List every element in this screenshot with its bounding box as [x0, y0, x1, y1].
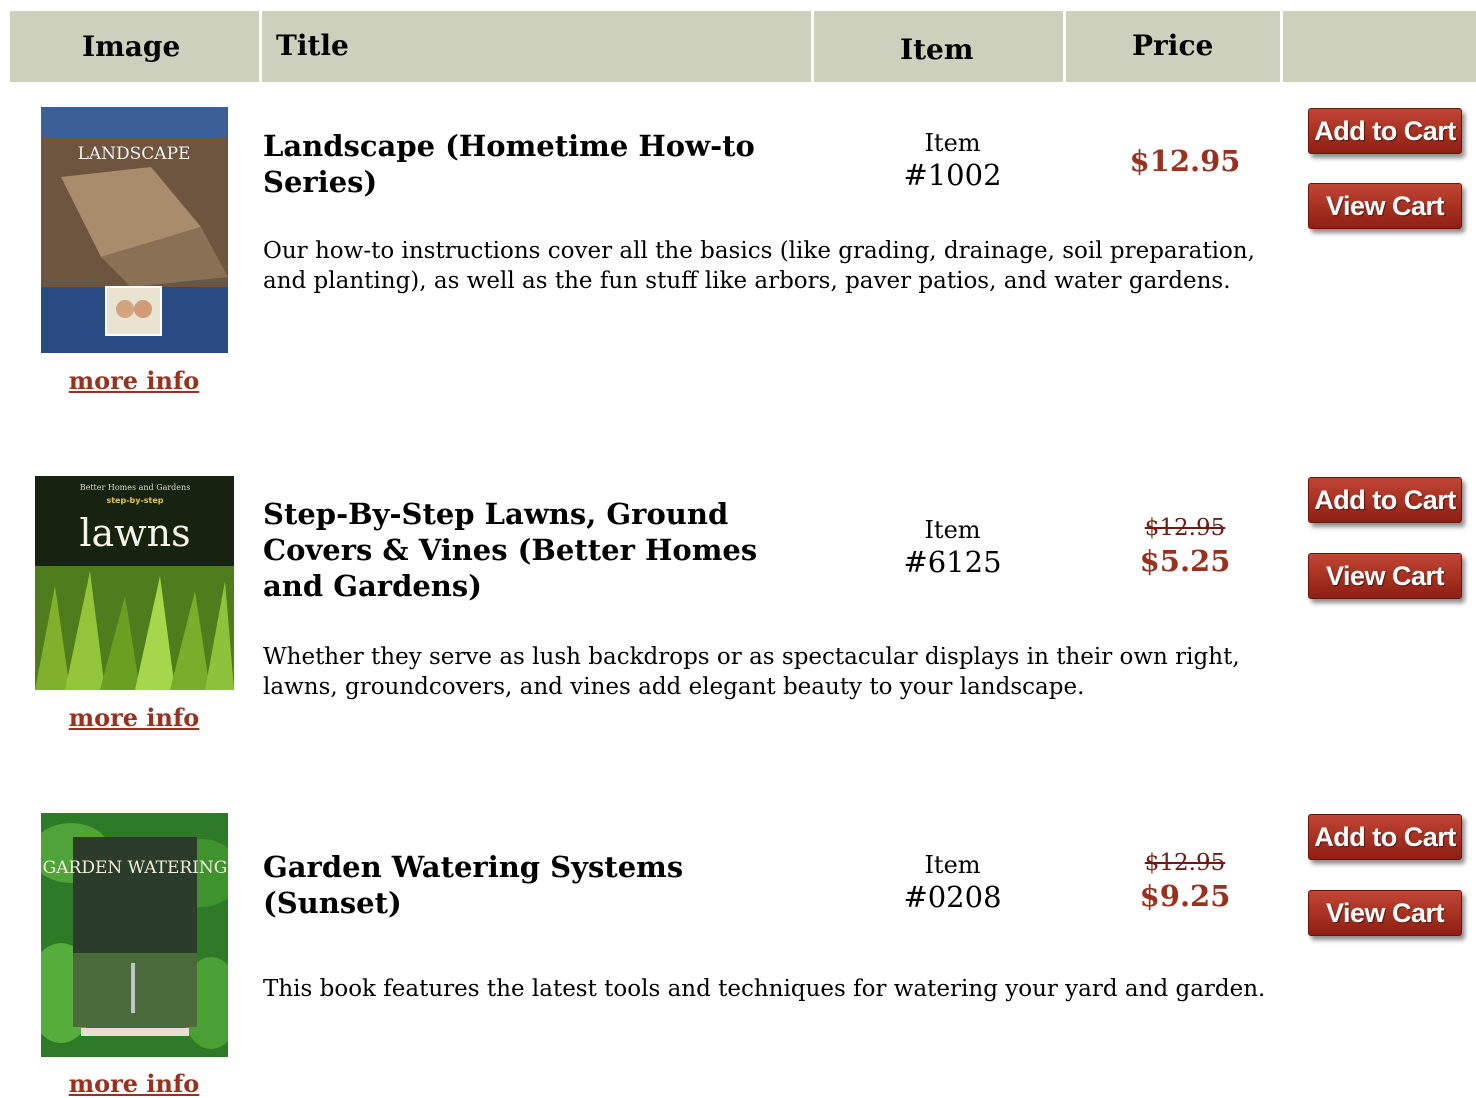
more-info-link[interactable]: more info [34, 703, 234, 732]
product-title: Step-By-Step Lawns, Ground Covers & Vine… [263, 497, 758, 603]
current-price: $12.95 [1129, 144, 1241, 178]
header-title: Title [276, 29, 349, 62]
item-number-block: Item #1002 [880, 127, 1025, 191]
svg-text:step-by-step: step-by-step [106, 496, 163, 505]
price-block: $12.95 $9.25 [1100, 848, 1270, 914]
item-number: #0208 [903, 880, 1002, 914]
header-image: Image [82, 30, 181, 63]
product-title: Garden Watering Systems (Sunset) [263, 850, 684, 920]
item-number: #6125 [903, 545, 1002, 579]
view-cart-button[interactable]: View Cart [1308, 183, 1462, 229]
add-to-cart-button[interactable]: Add to Cart [1308, 108, 1462, 154]
more-info-link[interactable]: more info [34, 1069, 234, 1098]
product-description: This book features the latest tools and … [263, 976, 1266, 1002]
view-cart-button[interactable]: View Cart [1308, 553, 1462, 599]
product-cover-image[interactable]: GARDEN WATERING [41, 813, 228, 1057]
item-label: Item [924, 851, 981, 879]
item-number-block: Item #6125 [880, 514, 1025, 578]
original-price: $12.95 [1144, 515, 1226, 541]
item-label: Item [924, 129, 981, 157]
header-item: Item [900, 33, 974, 66]
cover-title-text: lawns [79, 511, 190, 555]
product-cover-image[interactable]: LANDSCAPE [41, 107, 228, 353]
header-divider [1280, 11, 1283, 82]
current-price: $9.25 [1139, 879, 1231, 913]
product-cover-image[interactable]: Better Homes and Gardens step-by-step la… [35, 476, 234, 690]
price-block: $12.95 [1100, 143, 1270, 179]
add-to-cart-button[interactable]: Add to Cart [1308, 814, 1462, 860]
product-description: Whether they serve as lush backdrops or … [263, 644, 1240, 700]
original-price: $12.95 [1144, 850, 1226, 876]
header-divider [1063, 11, 1066, 82]
cover-title-text: GARDEN WATERING [43, 858, 228, 878]
product-title: Landscape (Hometime How-to Series) [263, 129, 755, 199]
view-cart-button[interactable]: View Cart [1308, 890, 1462, 936]
header-divider [811, 11, 814, 82]
item-number: #1002 [903, 158, 1002, 192]
header-divider [259, 11, 262, 82]
add-to-cart-button[interactable]: Add to Cart [1308, 477, 1462, 523]
svg-text:Better Homes and Gardens: Better Homes and Gardens [80, 483, 191, 492]
item-label: Item [924, 516, 981, 544]
item-number-block: Item #0208 [880, 849, 1025, 913]
cover-title-text: LANDSCAPE [78, 144, 191, 164]
product-description: Our how-to instructions cover all the ba… [263, 238, 1255, 294]
table-header: Image Title Item Price [10, 11, 1476, 82]
price-block: $12.95 $5.25 [1100, 513, 1270, 579]
more-info-link[interactable]: more info [34, 366, 234, 395]
current-price: $5.25 [1139, 544, 1231, 578]
header-price: Price [1132, 29, 1214, 62]
